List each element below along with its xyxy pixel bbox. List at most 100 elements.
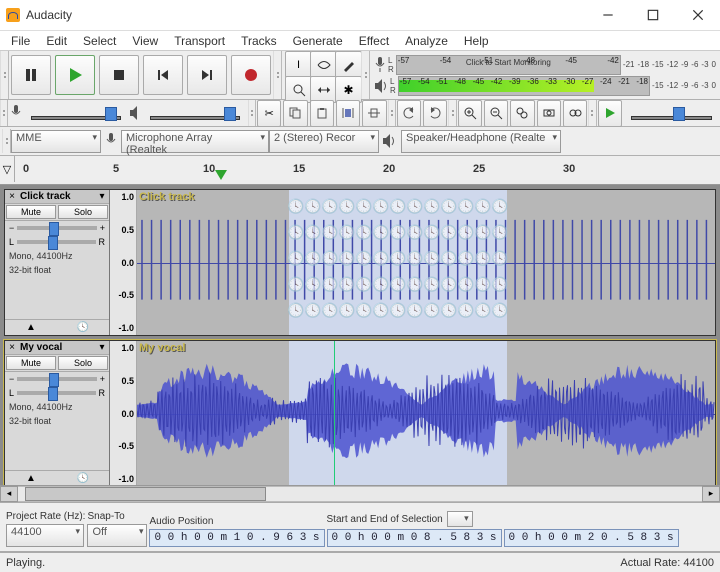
track-menu-dropdown[interactable]: ▾ xyxy=(96,342,108,353)
mute-button[interactable]: Mute xyxy=(6,205,56,219)
gain-minus-icon: − xyxy=(9,223,14,233)
menu-transport[interactable]: Transport xyxy=(167,32,232,50)
toolbar-handle[interactable] xyxy=(248,100,256,126)
undo-button[interactable] xyxy=(397,100,421,127)
pan-slider[interactable] xyxy=(17,240,95,244)
selection-tool[interactable]: I xyxy=(285,51,312,78)
track-bitdepth: 32-bit float xyxy=(5,263,109,277)
pan-slider[interactable] xyxy=(17,391,95,395)
mute-button[interactable]: Mute xyxy=(6,356,56,370)
playback-volume-slider[interactable] xyxy=(146,105,244,121)
scroll-left-button[interactable]: ◂ xyxy=(0,486,18,502)
status-bar: Playing. Actual Rate: 44100 xyxy=(0,552,720,572)
speaker-icon xyxy=(129,104,142,122)
pause-button[interactable] xyxy=(11,55,51,95)
paste-button[interactable] xyxy=(310,100,334,127)
toolbar-handle[interactable] xyxy=(273,51,282,99)
track-menu-dropdown[interactable]: ▾ xyxy=(96,191,108,202)
snap-to-label: Snap-To xyxy=(87,511,147,522)
menu-select[interactable]: Select xyxy=(76,32,123,50)
gain-slider[interactable] xyxy=(17,226,96,230)
playback-device-dropdown[interactable]: Speaker/Headphone (Realte xyxy=(401,130,561,153)
record-button[interactable] xyxy=(231,55,271,95)
recording-channels-dropdown[interactable]: 2 (Stereo) Recor xyxy=(269,130,379,153)
menu-generate[interactable]: Generate xyxy=(286,32,350,50)
gain-slider[interactable] xyxy=(17,377,96,381)
track-control-panel[interactable]: ×Click track▾ MuteSolo −+ LR Mono, 44100… xyxy=(5,190,110,335)
waveform-my-vocal[interactable]: My vocal xyxy=(137,341,715,485)
collapse-button[interactable]: ▲ xyxy=(5,471,57,485)
waveform-click-track[interactable]: Click track 🕓🕓🕓🕓🕓🕓🕓🕓🕓🕓🕓🕓🕓🕓🕓🕓🕓🕓🕓🕓🕓🕓🕓🕓🕓🕓🕓🕓… xyxy=(137,190,715,335)
scroll-thumb[interactable] xyxy=(25,487,266,501)
playback-meter[interactable]: LR -57 -54 -51 -48 -45 -42 -39 -36 -33 -… xyxy=(374,76,716,96)
play-button[interactable] xyxy=(55,55,95,95)
selection-start-field[interactable]: 0 0 h 0 0 m 0 8 . 5 8 3 s xyxy=(327,529,502,547)
zoom-tool[interactable] xyxy=(285,76,312,103)
zoom-toggle-button[interactable] xyxy=(563,100,587,127)
close-button[interactable] xyxy=(675,0,720,30)
menu-help[interactable]: Help xyxy=(457,32,496,50)
minimize-button[interactable] xyxy=(585,0,630,30)
timeline-quickplay-icon[interactable]: ▽ xyxy=(0,156,15,182)
pan-right-label: R xyxy=(99,237,106,247)
draw-tool[interactable] xyxy=(335,51,362,78)
recording-volume-slider[interactable] xyxy=(27,105,125,121)
fit-selection-button[interactable] xyxy=(510,100,534,127)
redo-button[interactable] xyxy=(423,100,447,127)
close-track-button[interactable]: × xyxy=(6,191,18,202)
actual-rate-value: 44100 xyxy=(683,557,714,569)
menu-analyze[interactable]: Analyze xyxy=(398,32,455,50)
timeshift-tool[interactable] xyxy=(310,76,337,103)
toolbar-handle[interactable] xyxy=(2,129,11,153)
vertical-scale[interactable]: 1.0 0.5 0.0 -0.5 -1.0 xyxy=(110,341,137,485)
trim-button[interactable] xyxy=(336,100,360,127)
menu-tracks[interactable]: Tracks xyxy=(234,32,284,50)
toolbar-handle[interactable] xyxy=(448,100,456,126)
meter-channel-l: LR xyxy=(388,56,394,74)
vertical-scale[interactable]: 1.0 0.5 0.0 -0.5 -1.0 xyxy=(110,190,137,335)
toolbar-handle[interactable] xyxy=(588,100,596,126)
toolbar-handle[interactable] xyxy=(361,51,370,99)
cut-button[interactable]: ✂ xyxy=(257,100,281,127)
toolbar-handle[interactable] xyxy=(0,100,8,126)
playhead-marker-icon[interactable] xyxy=(215,170,227,180)
gain-minus-icon: − xyxy=(9,374,14,384)
track-control-panel[interactable]: ×My vocal▾ MuteSolo −+ LR Mono, 44100Hz … xyxy=(5,341,110,485)
toolbar-handle[interactable] xyxy=(0,51,9,99)
close-track-button[interactable]: × xyxy=(6,342,18,353)
envelope-tool[interactable] xyxy=(310,51,337,78)
selection-mode-dropdown[interactable] xyxy=(447,511,473,527)
scale-tick: -1.0 xyxy=(112,474,134,484)
menu-file[interactable]: File xyxy=(4,32,37,50)
timeline-ruler[interactable]: ▽ 0 5 10 15 20 25 30 xyxy=(0,156,720,185)
skip-start-button[interactable] xyxy=(143,55,183,95)
multi-tool[interactable]: ✱ xyxy=(335,76,362,103)
recording-meter[interactable]: LR -57 -54 -51 -48 -45 -42 Click to Star… xyxy=(374,55,716,75)
recording-device-dropdown[interactable]: Microphone Array (Realtek xyxy=(121,130,269,153)
toolbar-handle[interactable] xyxy=(388,100,396,126)
fit-project-button[interactable] xyxy=(537,100,561,127)
playback-speed-slider[interactable] xyxy=(627,105,716,121)
menu-edit[interactable]: Edit xyxy=(39,32,74,50)
menu-effect[interactable]: Effect xyxy=(352,32,396,50)
solo-button[interactable]: Solo xyxy=(58,356,108,370)
skip-end-button[interactable] xyxy=(187,55,227,95)
audio-position-field[interactable]: 0 0 h 0 0 m 1 0 . 9 6 3 s xyxy=(149,529,324,547)
maximize-button[interactable] xyxy=(630,0,675,30)
play-at-speed-button[interactable] xyxy=(598,100,622,127)
zoom-in-button[interactable] xyxy=(458,100,482,127)
stop-button[interactable] xyxy=(99,55,139,95)
copy-button[interactable] xyxy=(283,100,307,127)
collapse-button[interactable]: ▲ xyxy=(5,320,57,335)
meter-tick: -45 xyxy=(473,77,485,86)
selection-end-field[interactable]: 0 0 h 0 0 m 2 0 . 5 8 3 s xyxy=(504,529,679,547)
scroll-right-button[interactable]: ▸ xyxy=(702,486,720,502)
transport-toolbar xyxy=(9,52,273,98)
audio-host-dropdown[interactable]: MME xyxy=(11,130,101,153)
silence-button[interactable] xyxy=(362,100,386,127)
zoom-out-button[interactable] xyxy=(484,100,508,127)
solo-button[interactable]: Solo xyxy=(58,205,108,219)
menu-view[interactable]: View xyxy=(125,32,165,50)
meter-tick: -15 xyxy=(652,81,664,90)
horizontal-scrollbar[interactable]: ◂ ▸ xyxy=(0,485,720,502)
